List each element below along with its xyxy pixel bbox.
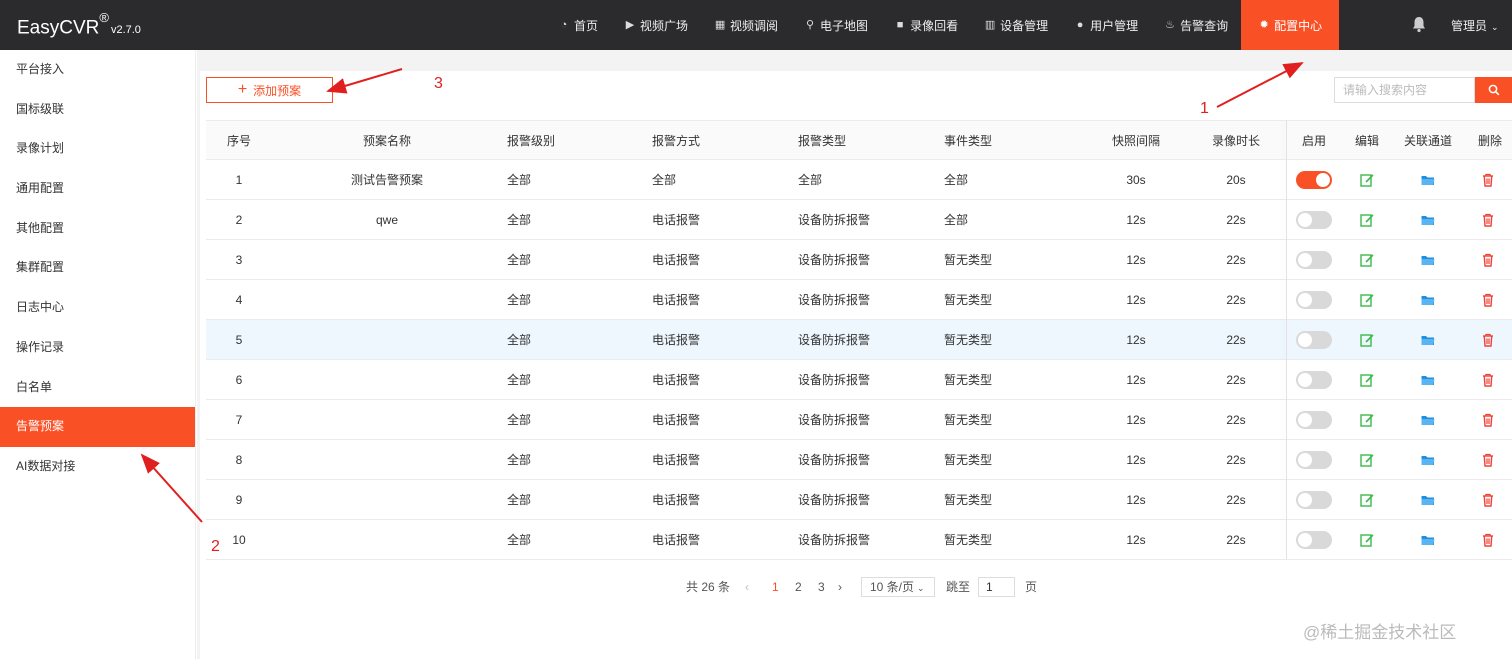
annotation-label-1: 1 xyxy=(1200,100,1209,117)
annotation-label-2: 2 xyxy=(211,538,220,555)
watermark: @稀土掘金技术社区 xyxy=(1303,623,1457,642)
annotation-label-3: 3 xyxy=(434,75,443,92)
annotation-arrows xyxy=(140,62,1304,523)
annotation-arrow-2 xyxy=(140,453,203,523)
annotation-arrow-1 xyxy=(1216,62,1304,108)
annotation-arrow-3 xyxy=(326,68,403,94)
